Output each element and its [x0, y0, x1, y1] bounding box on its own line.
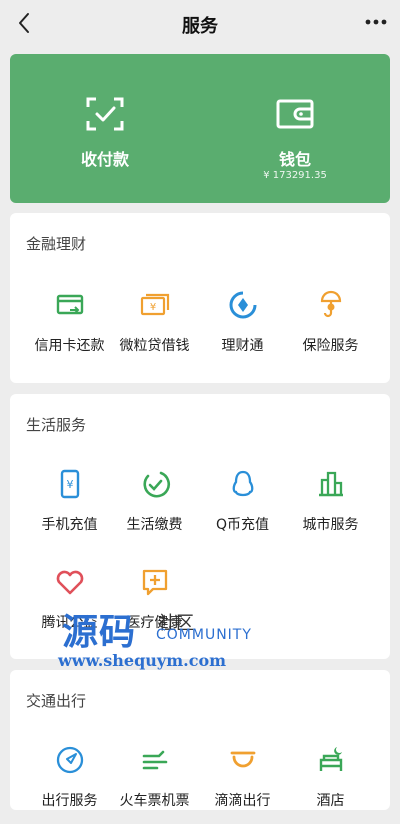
insurance-item[interactable]: 保险服务 — [283, 289, 378, 369]
train-plane-item[interactable]: 火车票机票 — [107, 744, 202, 824]
wallet-card: 收付款 钱包 ¥ 173291.35 — [10, 54, 390, 203]
credit-card-repay-item[interactable]: 信用卡还款 — [22, 289, 117, 369]
utilities-icon — [142, 471, 170, 498]
tile-label: 火车票机票 — [119, 793, 190, 809]
tile-label: 出行服务 — [41, 793, 98, 809]
tile-label: 信用卡还款 — [34, 338, 105, 354]
tile-label: 手机充值 — [41, 517, 98, 533]
travel-service-item[interactable]: 出行服务 — [22, 744, 117, 824]
hotel-icon — [319, 747, 342, 771]
finance-section: 金融理财 信用卡还款 ¥ 微粒贷借钱 理财通 保险服务 — [10, 213, 390, 383]
wealth-icon — [229, 291, 256, 319]
loan-icon: ¥ — [140, 293, 169, 316]
tile-label: 生活缴费 — [126, 517, 183, 533]
didi-icon — [230, 751, 255, 768]
more-icon[interactable] — [364, 16, 388, 28]
tile-label: 酒店 — [316, 793, 345, 809]
pay-receive-label: 收付款 — [80, 150, 129, 169]
section-title: 金融理财 — [26, 235, 87, 253]
wealth-item[interactable]: 理财通 — [195, 289, 290, 369]
credit-card-icon — [56, 294, 83, 315]
qq-coin-item[interactable]: Q币充值 — [195, 468, 290, 548]
wallet-icon — [276, 99, 314, 129]
insurance-icon — [320, 290, 341, 318]
page-title: 服务 — [182, 16, 218, 37]
section-title: 交通出行 — [26, 692, 87, 710]
city-service-item[interactable]: 城市服务 — [283, 468, 378, 548]
utilities-item[interactable]: 生活缴费 — [107, 468, 202, 548]
svg-text:¥: ¥ — [149, 302, 155, 313]
scan-pay-icon — [86, 97, 124, 131]
didi-item[interactable]: 滴滴出行 — [195, 744, 290, 824]
top-bar: 服务 — [0, 0, 400, 46]
tile-label: 滴滴出行 — [214, 793, 271, 809]
watermark-brand: 源码 — [62, 612, 137, 653]
wallet-button[interactable]: 钱包 ¥ 173291.35 — [200, 54, 390, 203]
medical-icon — [142, 569, 167, 596]
section-title: 生活服务 — [26, 416, 87, 434]
qq-coin-icon — [232, 470, 253, 497]
phone-topup-item[interactable]: ¥ 手机充值 — [22, 468, 117, 548]
watermark-community: COMMUNITY — [156, 627, 252, 643]
city-service-icon — [318, 471, 343, 497]
hotel-item[interactable]: 酒店 — [283, 744, 378, 824]
charity-icon — [56, 570, 83, 595]
wallet-balance: ¥ 173291.35 — [263, 170, 327, 181]
train-plane-icon — [142, 750, 167, 770]
tile-label: 保险服务 — [302, 338, 359, 354]
tile-label: 微粒贷借钱 — [119, 338, 190, 354]
navigation-icon — [56, 746, 83, 774]
pay-receive-button[interactable]: 收付款 — [10, 54, 200, 203]
watermark-url: www.shequym.com — [58, 651, 227, 670]
loan-item[interactable]: ¥ 微粒贷借钱 — [107, 289, 202, 369]
tile-label: 理财通 — [221, 338, 264, 354]
svg-text:¥: ¥ — [66, 478, 73, 491]
transport-section: 交通出行 出行服务 火车票机票 滴滴出行 酒店 — [10, 670, 390, 810]
watermark: 源码 社区 COMMUNITY www.shequym.com — [58, 603, 268, 673]
tile-label: 城市服务 — [302, 517, 359, 533]
tile-label: Q币充值 — [215, 517, 270, 533]
phone-topup-icon: ¥ — [60, 469, 79, 499]
wallet-label: 钱包 — [278, 150, 311, 169]
